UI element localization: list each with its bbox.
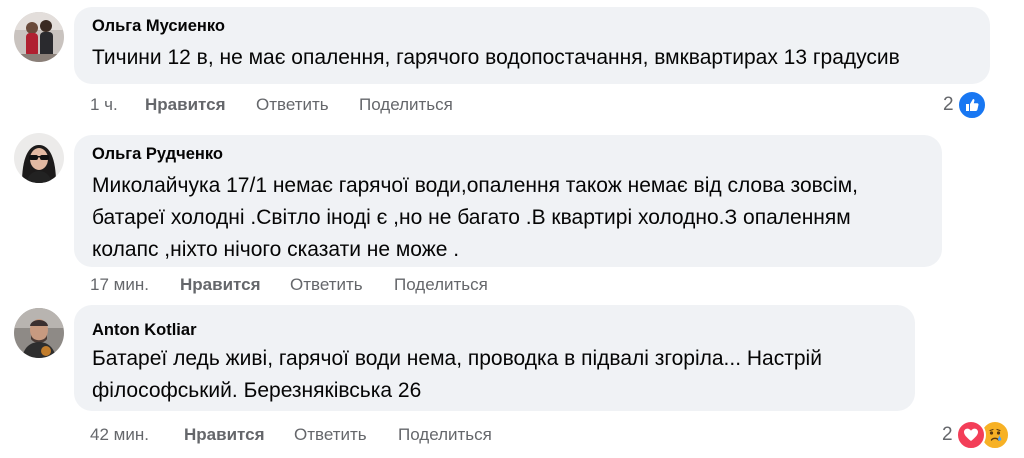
like-icon xyxy=(956,90,987,120)
comment-text-line: батареї холодні .Світло іноді є ,но не б… xyxy=(92,206,851,229)
share-button[interactable]: Поделиться xyxy=(398,425,492,445)
reply-button[interactable]: Ответить xyxy=(290,275,363,295)
like-button[interactable]: Нравится xyxy=(184,425,265,445)
comment-author[interactable]: Ольга Рудченко xyxy=(92,143,924,165)
like-button[interactable]: Нравится xyxy=(180,275,261,295)
comment-text-line: філософський. Березняківська 26 xyxy=(92,379,422,402)
comment-bubble: Anton Kotliar Батареї ледь живі, гарячої… xyxy=(74,305,915,411)
reaction-summary[interactable]: 2 xyxy=(943,90,987,120)
reply-button[interactable]: Ответить xyxy=(256,95,329,115)
share-button[interactable]: Поделиться xyxy=(359,95,453,115)
like-button[interactable]: Нравится xyxy=(145,95,226,115)
comment-text-line: Батареї ледь живі, гарячої води нема, пр… xyxy=(92,347,822,370)
comment-bubble: Ольга Мусиенко Тичини 12 в, не має опале… xyxy=(74,7,990,84)
comment-timestamp[interactable]: 1 ч. xyxy=(90,95,118,115)
comment-text-line: Тичини 12 в, не має опалення, гарячого в… xyxy=(92,46,900,69)
heart-icon xyxy=(955,420,986,450)
avatar[interactable] xyxy=(14,133,64,183)
reaction-summary[interactable]: 2 xyxy=(942,420,1010,450)
comment-timestamp[interactable]: 17 мин. xyxy=(90,275,149,295)
reaction-count: 2 xyxy=(943,94,954,115)
reply-button[interactable]: Ответить xyxy=(294,425,367,445)
comment-author[interactable]: Anton Kotliar xyxy=(92,319,897,341)
comment-text-line: колапс ,ніхто нічого сказати не може . xyxy=(92,238,460,261)
avatar[interactable] xyxy=(14,308,64,358)
comment-author[interactable]: Ольга Мусиенко xyxy=(92,15,972,37)
comment-text-line: Миколайчука 17/1 немає гарячої води,опал… xyxy=(92,174,858,197)
comment-bubble: Ольга Рудченко Миколайчука 17/1 немає га… xyxy=(74,135,942,267)
comment-timestamp[interactable]: 42 мин. xyxy=(90,425,149,445)
share-button[interactable]: Поделиться xyxy=(394,275,488,295)
avatar[interactable] xyxy=(14,12,64,62)
reaction-count: 2 xyxy=(942,424,953,445)
